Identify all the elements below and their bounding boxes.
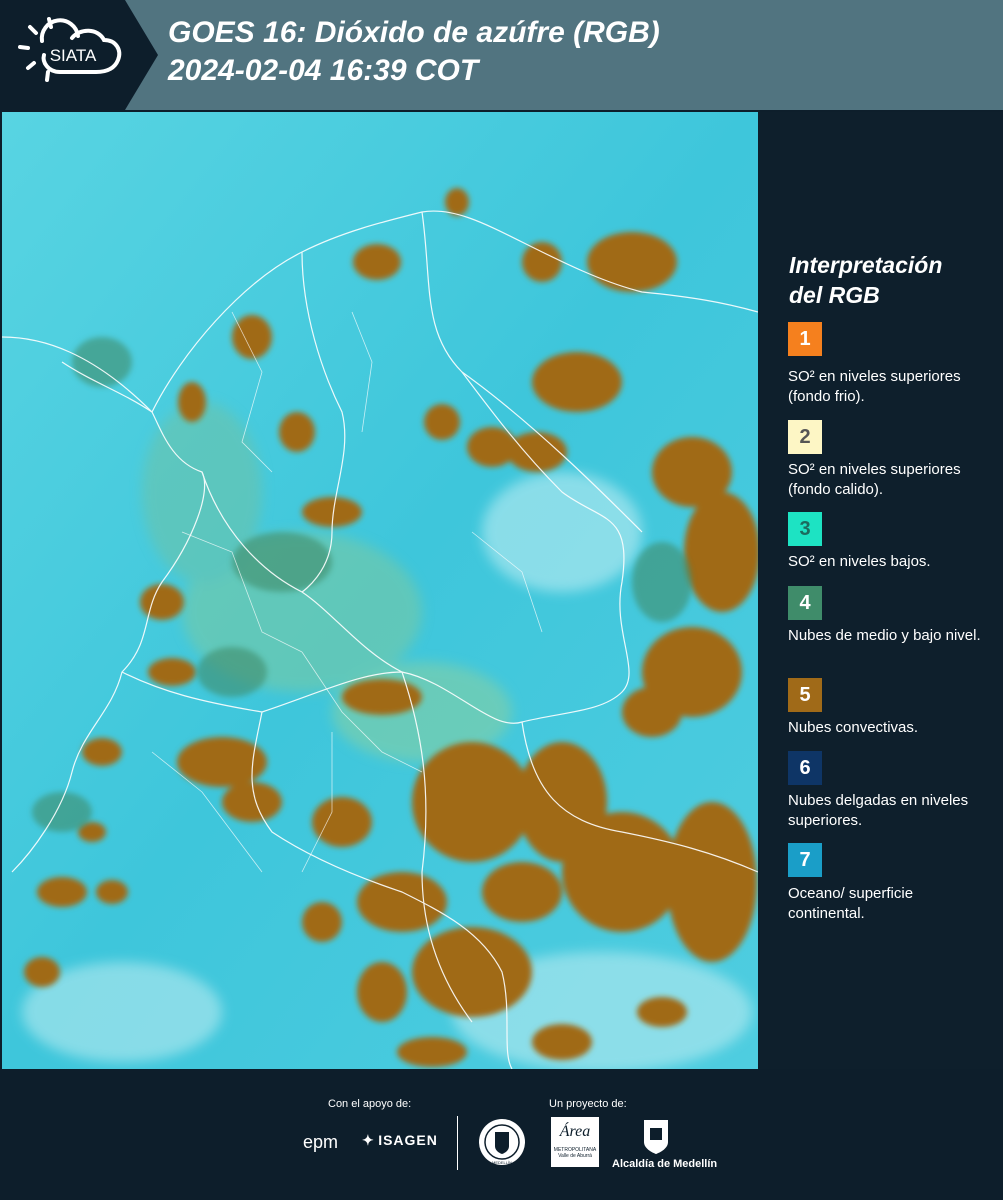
title-line-1: GOES 16: Dióxido de azúfre (RGB) [168,16,660,49]
medellin-seal-text: MEDELLÍN [492,1160,512,1165]
legend-number-6: 6 [799,756,811,779]
legend-panel: Interpretación del RGB 1 SO² en niveles … [760,112,1003,1069]
alcaldia-shield-icon [644,1120,668,1154]
footer: Con el apoyo de: Un proyecto de: epm ✦ I… [0,1070,1003,1200]
epm-logo: epm [303,1132,339,1152]
legend-swatch-5: 5 [788,678,822,712]
legend-desc-4: Nubes de medio y bajo nivel. [788,627,981,644]
legend-swatch-3: 3 [788,512,822,546]
legend-swatch-6: 6 [788,751,822,785]
legend-desc-2: SO² en niveles superiores (fondo calido)… [788,461,961,498]
area-logo-text: Área [559,1123,591,1140]
title-line-2: 2024-02-04 16:39 COT [168,54,479,87]
logo-text: SIATA [50,46,97,65]
legend-desc-7: Oceano/ superficie continental. [788,885,914,922]
legend-desc-6: Nubes delgadas en niveles superiores. [788,792,969,829]
footer-divider [457,1116,458,1170]
legend-number-7: 7 [799,848,811,871]
medellin-seal-icon: MEDELLÍN [479,1119,525,1165]
legend-swatch-7: 7 [788,843,822,877]
legend-number-4: 4 [799,591,811,614]
legend-swatch-2: 2 [788,420,822,454]
legend-desc-3: SO² en niveles bajos. [788,553,931,570]
legend-number-3: 3 [799,517,811,540]
logo-block: SIATA [0,0,158,110]
legend-title-line-2: del RGB [789,282,880,308]
area-logo-sub2: Valle de Aburrá [558,1153,592,1159]
legend-desc-1: SO² en niveles superiores (fondo frio). [788,368,961,405]
area-metropolitana-logo: Área METROPOLITANA Valle de Aburrá [551,1117,599,1167]
support-label: Con el apoyo de: [328,1098,412,1110]
legend-title: Interpretación del RGB [789,250,942,310]
isagen-text: ISAGEN [378,1132,438,1148]
alcaldia-text: Alcaldía de Medellín [612,1158,718,1170]
page-title: GOES 16: Dióxido de azúfre (RGB) 2024-02… [168,14,660,90]
legend-desc-5: Nubes convectivas. [788,719,919,736]
legend-swatch-4: 4 [788,586,822,620]
legend-number-2: 2 [799,425,811,448]
legend-number-1: 1 [799,327,811,350]
siata-logo: SIATA [0,0,158,110]
header-bar: SIATA GOES 16: Dióxido de azúfre (RGB) 2… [0,0,1003,110]
isagen-icon: ✦ [362,1132,374,1148]
map-svg [1,112,760,1072]
isagen-logo: ✦ ISAGEN [362,1132,438,1150]
legend-title-line-1: Interpretación [789,252,943,278]
legend-number-5: 5 [799,683,811,706]
legend-swatch-1: 1 [788,322,822,356]
satellite-map [1,112,760,1072]
project-label: Un proyecto de: [549,1098,627,1110]
